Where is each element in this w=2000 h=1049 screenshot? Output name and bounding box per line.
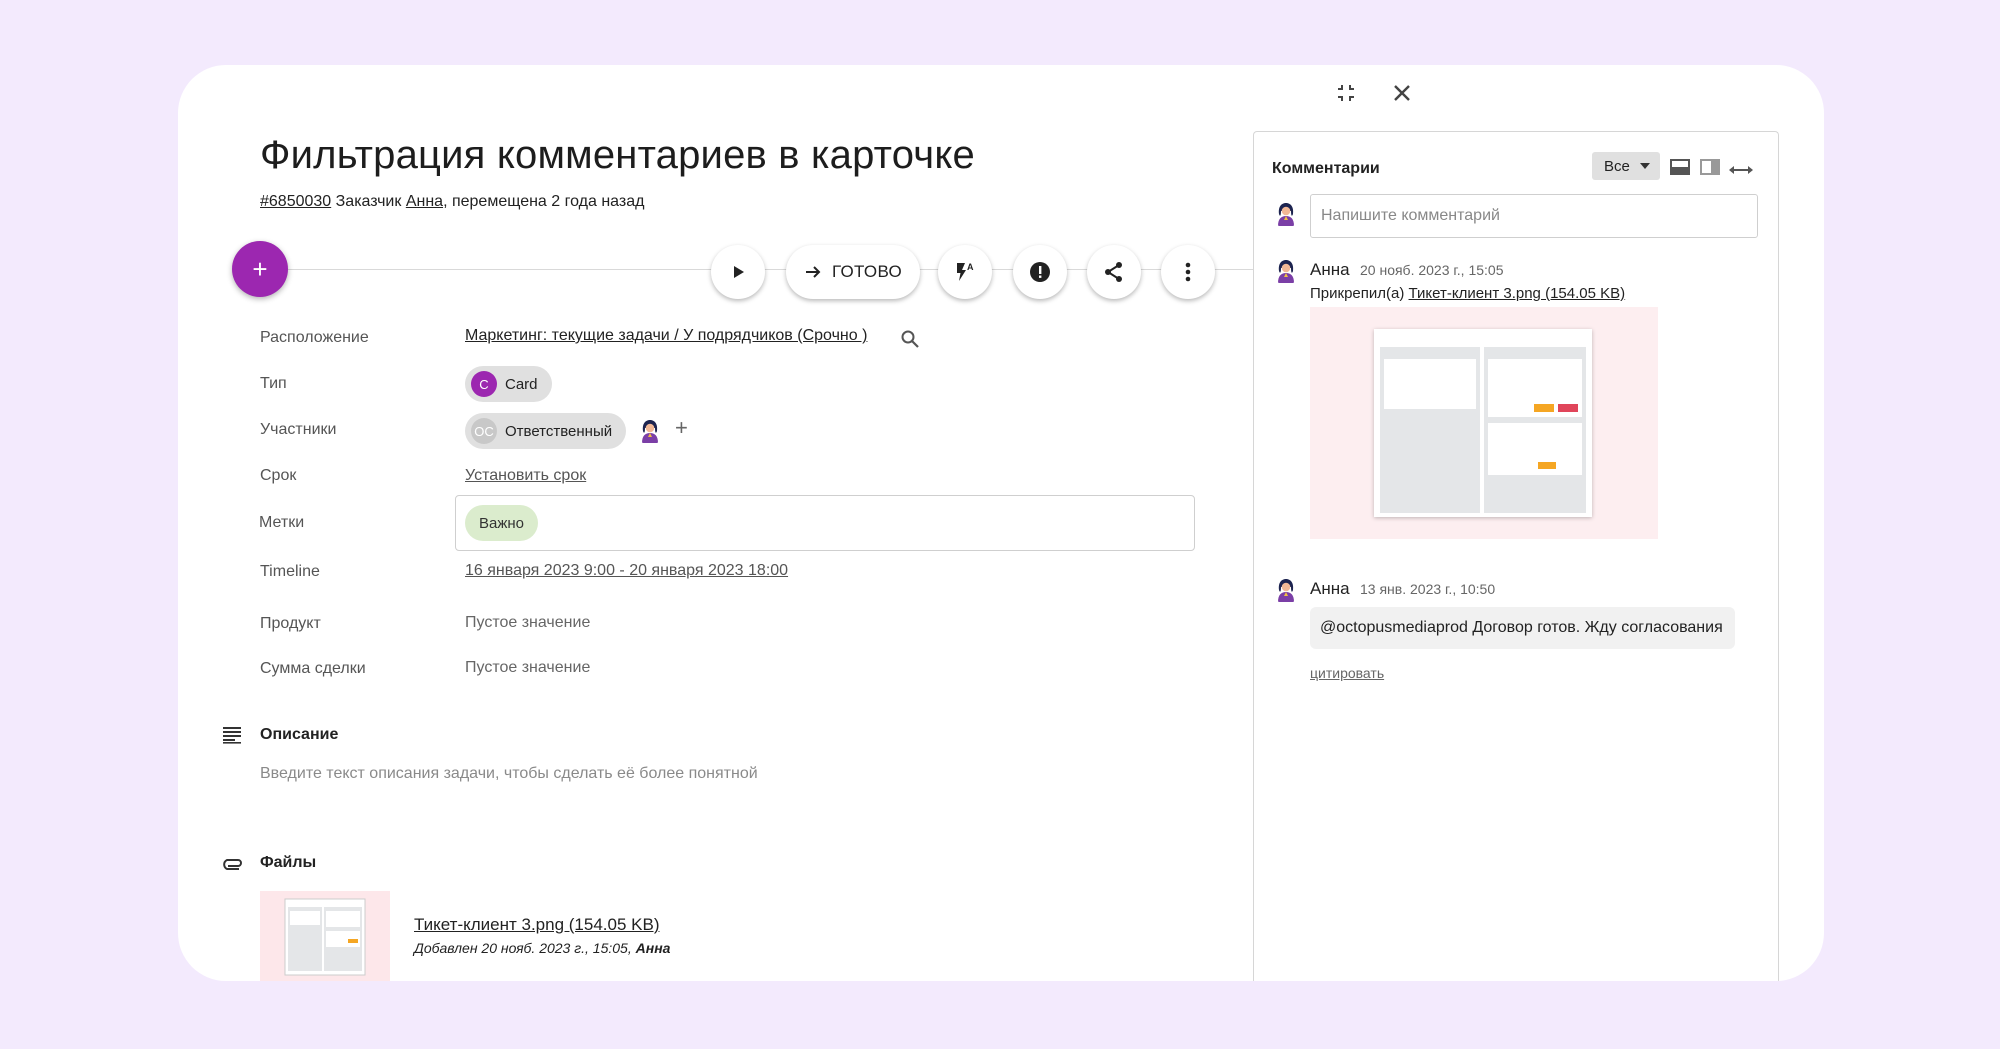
auto-action-button[interactable]: A (938, 245, 992, 299)
file-thumbnail[interactable] (260, 891, 390, 981)
timeline-link[interactable]: 16 января 2023 9:00 - 20 января 2023 18:… (465, 562, 788, 580)
attach-prefix: Прикрепил(а) (1310, 285, 1405, 302)
file-added-text: Добавлен 20 нояб. 2023 г., 15:05, (414, 940, 632, 956)
attachment-image (1374, 329, 1592, 517)
dropdown-arrow-icon (1639, 163, 1650, 169)
set-deadline-link[interactable]: Установить срок (465, 467, 586, 485)
location-link[interactable]: Маркетинг: текущие задачи / У подрядчико… (465, 327, 867, 345)
deadline-label: Срок (260, 467, 297, 484)
participant-chip[interactable]: ОС Ответственный (465, 413, 627, 449)
comment-author-avatar (1272, 257, 1300, 285)
quote-link[interactable]: цитировать (1310, 665, 1384, 681)
task-meta: #6850030 Заказчик Анна, перемещена 2 год… (260, 193, 644, 211)
comments-panel: Комментарии Все Анна 20 нояб. 2023 г., 1… (1253, 131, 1779, 981)
deal-sum-value[interactable]: Пустое значение (465, 659, 590, 677)
comment-author-avatar (1272, 576, 1300, 604)
files-title: Файлы (260, 854, 317, 871)
participant-role: Ответственный (505, 422, 613, 440)
file-name-link[interactable]: Тикет-клиент 3.png (154.05 KB) (414, 915, 659, 935)
panel-bottom-icon (1670, 159, 1690, 175)
collapse-icon (1338, 85, 1354, 101)
type-label: Тип (260, 375, 287, 392)
image-preview-icon (284, 898, 366, 976)
type-chip[interactable]: C Card (465, 366, 552, 402)
filter-value: Все (1604, 157, 1630, 175)
tags-box[interactable]: Важно (455, 495, 1195, 551)
add-button[interactable]: + (232, 241, 288, 297)
description-placeholder[interactable]: Введите текст описания задачи, чтобы сде… (260, 765, 758, 783)
user-avatar-icon (1272, 257, 1300, 285)
task-id-link[interactable]: #6850030 (260, 193, 331, 210)
tag-important[interactable]: Важно (465, 505, 539, 541)
collapse-button[interactable] (1328, 75, 1364, 111)
attachment-preview[interactable] (1310, 307, 1658, 539)
task-card: Фильтрация комментариев в карточке #6850… (178, 65, 1824, 981)
resize-horizontal-icon (1729, 166, 1753, 174)
notes-icon (222, 726, 242, 749)
user-avatar-icon (636, 417, 664, 445)
search-location-button[interactable] (900, 329, 920, 354)
close-button[interactable] (1384, 75, 1420, 111)
resize-panel-button[interactable] (1728, 162, 1754, 180)
description-title: Описание (260, 726, 339, 743)
deal-sum-label: Сумма сделки (260, 660, 366, 677)
customer-label: Заказчик (335, 193, 402, 210)
moved-text: , перемещена 2 года назад (443, 193, 645, 210)
file-author: Анна (635, 940, 671, 956)
search-icon (901, 330, 919, 348)
priority-button[interactable] (1013, 245, 1067, 299)
panel-side-icon (1700, 159, 1720, 175)
add-participant-button[interactable]: + (675, 415, 688, 441)
type-value: Card (505, 375, 538, 393)
participants-label: Участники (260, 421, 337, 438)
participant-initials: ОС (471, 418, 497, 444)
alert-icon (1030, 262, 1050, 282)
done-label: ГОТОВО (831, 262, 903, 281)
share-icon (1105, 262, 1122, 282)
participant-avatar[interactable] (636, 417, 664, 445)
comment-author: Анна (1310, 579, 1350, 598)
location-label: Расположение (260, 329, 369, 346)
comments-filter-dropdown[interactable]: Все (1592, 152, 1660, 180)
more-vert-icon (1185, 262, 1191, 282)
comment-attach-text: Прикрепил(а) Тикет-клиент 3.png (154.05 … (1310, 285, 1625, 302)
comment-date: 13 янв. 2023 г., 10:50 (1360, 581, 1496, 597)
task-title: Фильтрация комментариев в карточке (260, 133, 975, 177)
product-value[interactable]: Пустое значение (465, 614, 590, 632)
current-user-avatar (1272, 200, 1300, 228)
more-button[interactable] (1161, 245, 1215, 299)
comment-date: 20 нояб. 2023 г., 15:05 (1360, 262, 1504, 278)
customer-link[interactable]: Анна (406, 193, 443, 210)
image-preview-icon (1378, 333, 1588, 513)
svg-text:A: A (967, 262, 974, 272)
attachment-icon (222, 856, 244, 875)
type-avatar: C (471, 371, 497, 397)
arrow-right-icon (805, 266, 821, 278)
share-button[interactable] (1087, 245, 1141, 299)
comments-title: Комментарии (1272, 160, 1380, 177)
timeline-label: Timeline (260, 563, 320, 580)
file-meta: Добавлен 20 нояб. 2023 г., 15:05, Анна (414, 940, 670, 956)
product-label: Продукт (260, 615, 321, 632)
user-avatar-icon (1272, 576, 1300, 604)
comment-input[interactable] (1310, 194, 1758, 238)
comment-author: Анна (1310, 260, 1350, 279)
attach-link[interactable]: Тикет-клиент 3.png (154.05 KB) (1409, 285, 1626, 302)
play-button[interactable] (711, 245, 765, 299)
play-icon (734, 266, 744, 278)
comment-bubble: @octopusmediaprod Договор готов. Жду сог… (1310, 607, 1735, 649)
flash-auto-icon: A (957, 262, 974, 281)
layout-bottom-button[interactable] (1670, 159, 1690, 180)
tags-label: Метки (259, 514, 305, 531)
layout-side-button[interactable] (1700, 159, 1720, 180)
user-avatar-icon (1272, 200, 1300, 228)
done-button[interactable]: ГОТОВО (786, 245, 920, 299)
close-icon (1394, 85, 1410, 101)
